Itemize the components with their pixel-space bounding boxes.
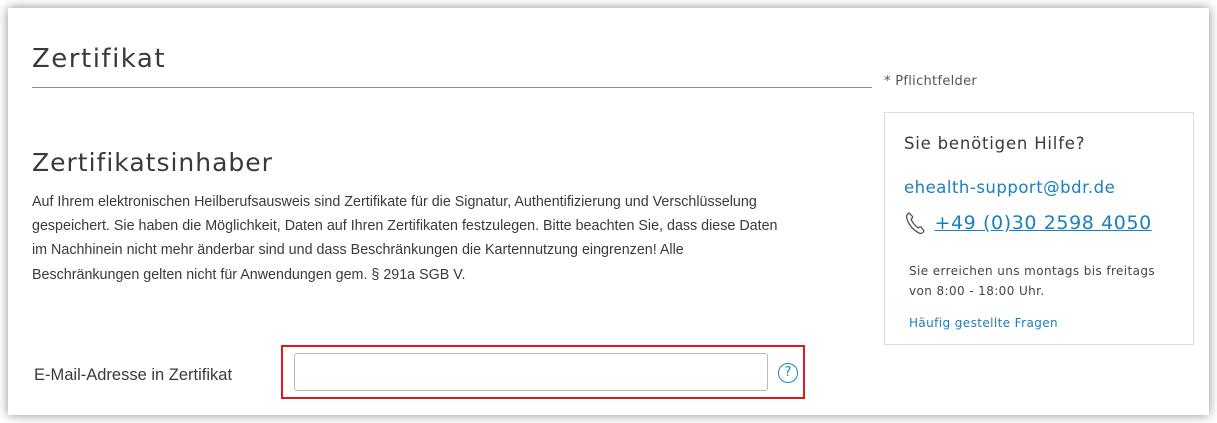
support-hours-text: Sie erreichen uns montags bis freitags v…	[909, 264, 1156, 298]
section-title: Zertifikatsinhaber	[32, 148, 273, 177]
support-phone-link[interactable]: +49 (0)30 2598 4050	[934, 212, 1151, 234]
phone-row: +49 (0)30 2598 4050	[904, 211, 1152, 241]
phone-icon	[905, 212, 925, 235]
faq-link[interactable]: Häufig gestellte Fragen	[909, 316, 1058, 330]
support-email-link[interactable]: ehealth-support@bdr.de	[904, 178, 1115, 197]
help-panel-title: Sie benötigen Hilfe?	[904, 134, 1086, 153]
email-field[interactable]	[294, 353, 768, 391]
required-fields-note: * Pflichtfelder	[884, 74, 978, 89]
help-panel: Sie benötigen Hilfe? ehealth-support@bdr…	[884, 112, 1194, 345]
main-frame: Zertifikat * Pflichtfelder Zertifikatsin…	[8, 8, 1209, 415]
section-intro-text: Auf Ihrem elektronischen Heilberufsauswe…	[32, 194, 778, 283]
email-field-label: E-Mail-Adresse in Zertifikat	[34, 366, 233, 384]
page-title: Zertifikat	[32, 44, 167, 74]
title-divider	[32, 87, 872, 88]
question-circle-icon[interactable]: ?	[778, 363, 798, 383]
